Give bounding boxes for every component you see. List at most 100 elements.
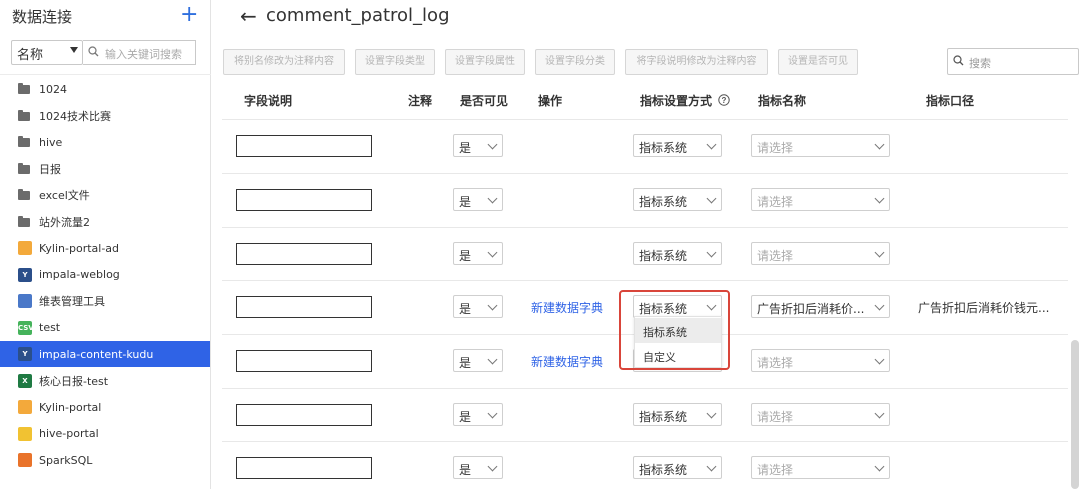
field-description-input[interactable] [236, 189, 372, 211]
new-data-dictionary-link[interactable]: 新建数据字典 [531, 299, 603, 316]
chevron-down-icon [487, 247, 498, 258]
sidebar-item-label: SparkSQL [39, 453, 93, 467]
visible-select[interactable]: 是 [453, 456, 503, 479]
set-field-category-button[interactable]: 设置字段分类 [535, 49, 615, 75]
sidebar-item-label: hive-portal [39, 427, 99, 440]
scrollbar-thumb[interactable] [1071, 340, 1079, 489]
sidebar-item[interactable]: Kylin-portal [0, 394, 210, 420]
field-description-input[interactable] [236, 350, 372, 372]
row-divider [222, 173, 1068, 174]
sidebar-item[interactable]: Yimpala-weblog [0, 262, 210, 288]
sidebar-item[interactable]: 维表管理工具 [0, 288, 210, 314]
sidebar-item[interactable]: 站外流量2 [0, 209, 210, 235]
visible-select-value: 是 [459, 463, 472, 477]
metric-method-select[interactable]: 指标系统 [633, 242, 722, 265]
metric-method-select[interactable]: 指标系统 [633, 188, 722, 211]
header-metric-name: 指标名称 [758, 94, 807, 108]
chevron-down-icon [874, 300, 885, 311]
help-icon[interactable]: ? [718, 94, 730, 106]
visible-select[interactable]: 是 [453, 403, 503, 426]
add-connection-button[interactable]: + [180, 2, 198, 28]
sidebar-item[interactable]: 日报 [0, 156, 210, 182]
filter-select[interactable]: 名称 [11, 40, 83, 65]
folder-icon [18, 135, 32, 149]
chevron-down-icon [487, 461, 498, 472]
row-divider [222, 388, 1068, 389]
visible-select-value: 是 [459, 249, 472, 263]
app-root: 数据连接 + 名称 输入关键词搜索 1024 1024技术比赛 hive 日报 exce… [0, 0, 1080, 489]
chevron-down-icon [706, 408, 717, 419]
table-search-input[interactable]: 搜索 [947, 48, 1079, 75]
metric-method-select[interactable]: 指标系统 [633, 403, 722, 426]
metric-method-select-value: 指标系统 [639, 463, 688, 477]
description-to-comment-button[interactable]: 将字段说明修改为注释内容 [625, 49, 768, 75]
metric-method-select[interactable]: 指标系统 [633, 134, 722, 157]
metric-method-select[interactable]: 指标系统 [633, 456, 722, 479]
metric-name-select[interactable]: 请选择 [751, 134, 890, 157]
sidebar-search-placeholder: 输入关键词搜索 [105, 48, 182, 61]
metric-name-select[interactable]: 请选择 [751, 242, 890, 265]
rename-to-comment-button[interactable]: 将别名修改为注释内容 [223, 49, 345, 75]
field-description-input[interactable] [236, 404, 372, 426]
field-description-input[interactable] [236, 296, 372, 318]
sidebar-item-label: test [39, 321, 61, 334]
hive-icon [18, 426, 32, 441]
header-description: 字段说明 [244, 94, 293, 108]
sidebar-item-label: impala-weblog [39, 268, 120, 281]
set-visibility-button[interactable]: 设置是否可见 [778, 49, 858, 75]
row-divider [222, 119, 1068, 120]
table-search-placeholder: 搜索 [969, 57, 991, 70]
metric-name-select-value: 请选择 [757, 141, 794, 155]
field-description-input[interactable] [236, 243, 372, 265]
visible-select[interactable]: 是 [453, 134, 503, 157]
sidebar-item-label: Kylin-portal-ad [39, 241, 120, 255]
header-metric-caliber: 指标口径 [926, 94, 975, 108]
chevron-down-icon [874, 354, 885, 365]
impala-icon: Y [18, 347, 32, 361]
sidebar-item[interactable]: hive [0, 129, 210, 155]
sidebar-item[interactable]: Yimpala-content-kudu [0, 341, 210, 367]
set-field-attribute-button[interactable]: 设置字段属性 [445, 49, 525, 75]
metric-name-select[interactable]: 请选择 [751, 188, 890, 211]
sidebar-item-label: 日报 [39, 162, 61, 176]
page-title: comment_patrol_log [266, 5, 450, 26]
sidebar-item[interactable]: X 核心日报-test [0, 368, 210, 394]
sidebar-item-label: excel文件 [39, 189, 90, 202]
sidebar-search-input[interactable]: 输入关键词搜索 [83, 40, 196, 65]
field-description-input[interactable] [236, 135, 372, 157]
folder-icon [18, 82, 32, 96]
chevron-down-icon [487, 354, 498, 365]
metric-name-select[interactable]: 请选择 [751, 349, 890, 372]
metric-name-select[interactable]: 广告折扣后消耗价... [751, 295, 890, 318]
metric-name-select[interactable]: 请选择 [751, 456, 890, 479]
folder-icon [18, 109, 32, 123]
sidebar-item[interactable]: 1024技术比赛 [0, 103, 210, 129]
chevron-down-icon [706, 139, 717, 150]
sidebar-item[interactable]: SparkSQL [0, 447, 210, 473]
sidebar-item[interactable]: hive-portal [0, 421, 210, 447]
new-data-dictionary-link[interactable]: 新建数据字典 [531, 353, 603, 370]
metric-name-select-value: 请选择 [757, 249, 794, 263]
metric-name-select[interactable]: 请选择 [751, 403, 890, 426]
visible-select[interactable]: 是 [453, 349, 503, 372]
chevron-down-icon [706, 461, 717, 472]
sidebar-item[interactable]: CSV test [0, 315, 210, 341]
sidebar-item-label: impala-content-kudu [39, 347, 154, 361]
sidebar-item[interactable]: Kylin-portal-ad [0, 235, 210, 261]
search-icon [953, 55, 964, 66]
chevron-down-icon [874, 461, 885, 472]
metric-name-select-value: 请选择 [757, 356, 794, 370]
visible-select[interactable]: 是 [453, 188, 503, 211]
back-arrow-icon[interactable]: ← [240, 4, 257, 28]
header-metric-method: 指标设置方式 ? [640, 92, 730, 109]
filter-select-value: 名称 [17, 48, 44, 63]
chevron-down-icon [706, 247, 717, 258]
field-description-input[interactable] [236, 457, 372, 479]
visible-select[interactable]: 是 [453, 242, 503, 265]
visible-select[interactable]: 是 [453, 295, 503, 318]
kylin-icon [18, 241, 32, 255]
sidebar-item[interactable]: 1024 [0, 76, 210, 102]
sidebar-item-label: 1024 [39, 82, 67, 96]
sidebar-item[interactable]: excel文件 [0, 182, 210, 208]
set-field-type-button[interactable]: 设置字段类型 [355, 49, 435, 75]
